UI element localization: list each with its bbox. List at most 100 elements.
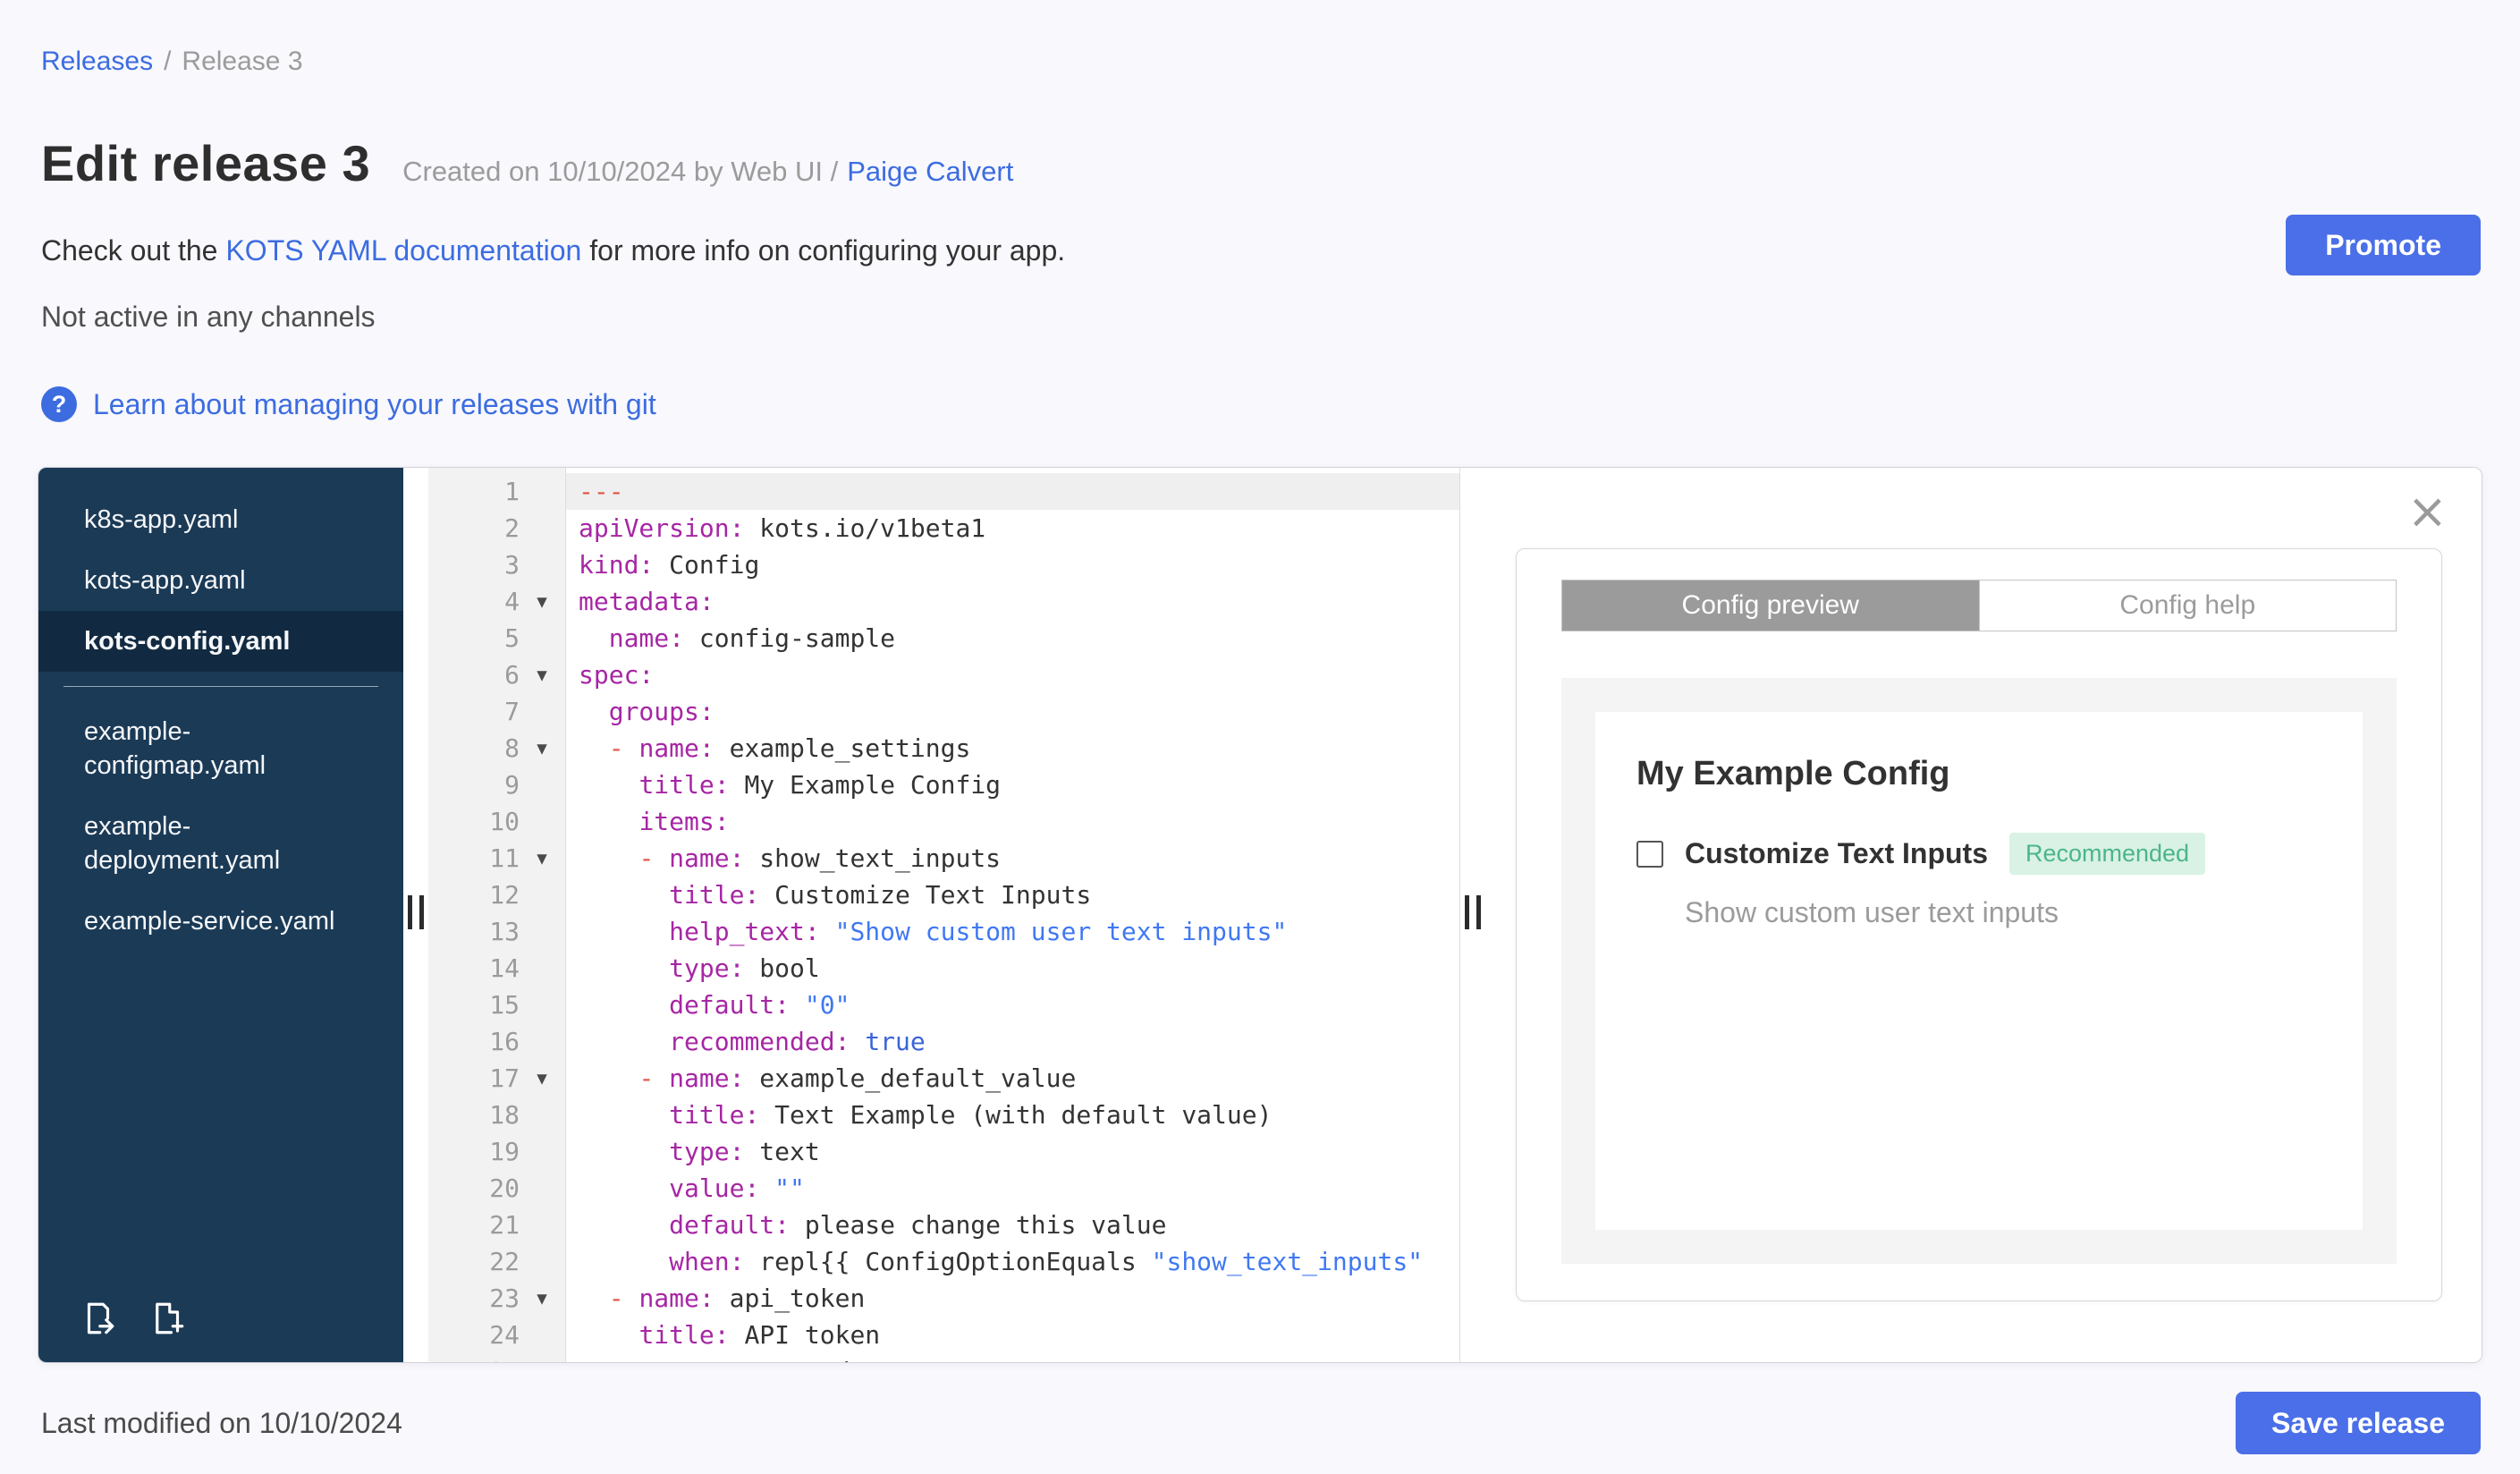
code-line-7: groups: — [566, 693, 1459, 730]
token-key: type: — [669, 1137, 745, 1166]
code-line-5: name: config-sample — [566, 620, 1459, 657]
docs-line: Check out the KOTS YAML documentation for … — [41, 234, 1065, 267]
code-editor[interactable]: --- apiVersion: kots.io/v1beta1 kind: Conf… — [566, 468, 1460, 1362]
gutter-line-18: 18 — [428, 1097, 565, 1133]
gutter-line-6: 6 ▾ — [428, 657, 565, 693]
line-number: 10 — [489, 807, 520, 836]
customize-text-inputs-checkbox[interactable] — [1636, 840, 1663, 868]
token-key: title: — [669, 880, 760, 910]
created-text: Created on 10/10/2024 by Web UI / — [402, 156, 839, 187]
line-number: 3 — [504, 550, 520, 580]
save-release-button[interactable]: Save release — [2236, 1392, 2481, 1454]
kots-yaml-docs-link[interactable]: KOTS YAML documentation — [225, 234, 581, 267]
code-line-8: - name: example_settings — [566, 730, 1459, 767]
file-item-k8s-app-yaml[interactable]: k8s-app.yaml — [38, 489, 403, 550]
gutter-line-5: 5 — [428, 620, 565, 657]
fold-arrow-icon[interactable]: ▾ — [520, 590, 564, 614]
token-string: "" — [774, 1173, 805, 1203]
config-tabs: Config preview Config help — [1561, 580, 2397, 631]
breadcrumb-separator: / — [164, 47, 172, 76]
token-key: name: — [638, 1283, 715, 1313]
code-line-11: - name: show_text_inputs — [566, 840, 1459, 877]
tab-config-preview[interactable]: Config preview — [1562, 580, 1979, 631]
sidebar-editor-gap — [403, 468, 428, 1362]
gutter-line-19: 19 — [428, 1133, 565, 1170]
fold-arrow-icon[interactable]: ▾ — [520, 737, 564, 760]
line-number: 9 — [504, 770, 520, 800]
file-item-example-configmap-yaml[interactable]: example-configmap.yaml — [38, 701, 403, 796]
token-key: name: — [669, 1063, 745, 1093]
config-option-help-text: Show custom user text inputs — [1685, 896, 2059, 928]
line-number: 15 — [489, 990, 520, 1020]
promote-button[interactable]: Promote — [2286, 215, 2481, 275]
code-line-4: metadata: — [566, 583, 1459, 620]
gutter-line-13: 13 — [428, 913, 565, 950]
token-key: title: — [638, 1320, 730, 1350]
token-plain: kots.io/v1beta1 — [744, 513, 986, 543]
author-link[interactable]: Paige Calvert — [847, 156, 1013, 187]
token-plain: example_settings — [714, 733, 971, 763]
line-number: 13 — [489, 917, 520, 946]
token-string: "show_text_inputs" — [1151, 1247, 1424, 1276]
title-row: Edit release 3 Created on 10/10/2024 by … — [41, 134, 1013, 192]
gutter-line-22: 22 — [428, 1243, 565, 1280]
new-file-icon[interactable] — [149, 1300, 187, 1337]
line-number: 23 — [489, 1283, 520, 1313]
fold-arrow-icon[interactable]: ▾ — [520, 1067, 564, 1090]
resize-handle-right[interactable] — [1465, 895, 1481, 929]
line-number: 16 — [489, 1027, 520, 1056]
code-line-18: title: Text Example (with default value) — [566, 1097, 1459, 1133]
git-releases-link[interactable]: Learn about managing your releases with … — [93, 388, 656, 421]
line-number: 8 — [504, 733, 520, 763]
token-key: spec: — [579, 660, 655, 690]
resize-handle-left[interactable] — [408, 895, 424, 929]
code-line-2: apiVersion: kots.io/v1beta1 — [566, 510, 1459, 546]
docs-prefix: Check out the — [41, 234, 218, 267]
file-item-example-deployment-yaml[interactable]: example-deployment.yaml — [38, 796, 403, 891]
token-plain: config-sample — [684, 623, 896, 653]
file-item-example-service-yaml[interactable]: example-service.yaml — [38, 891, 403, 952]
config-preview-card: Config preview Config help My Example Co… — [1516, 548, 2442, 1301]
line-number: 7 — [504, 697, 520, 726]
token-key: kind: — [579, 550, 655, 580]
token-key: name: — [669, 843, 745, 873]
code-line-14: type: bool — [566, 950, 1459, 987]
fold-arrow-icon[interactable]: ▾ — [520, 1287, 564, 1310]
close-icon[interactable]: × — [2407, 487, 2448, 536]
token-key: when: — [669, 1247, 745, 1276]
fold-arrow-icon[interactable]: ▾ — [520, 664, 564, 687]
gutter-line-7: 7 — [428, 693, 565, 730]
line-number: 4 — [504, 587, 520, 616]
token-string: "0" — [804, 990, 850, 1020]
token-dash: - — [608, 1283, 624, 1313]
token-plain: password — [715, 1357, 850, 1362]
breadcrumb-releases-link[interactable]: Releases — [41, 47, 153, 77]
token-plain: My Example Config — [729, 770, 1002, 800]
line-number: 21 — [489, 1210, 520, 1240]
gutter-line-11: 11 ▾ — [428, 840, 565, 877]
code-line-13: help_text: "Show custom user text inputs… — [566, 913, 1459, 950]
file-item-kots-config-yaml[interactable]: kots-config.yaml — [38, 611, 403, 672]
line-number: 18 — [489, 1100, 520, 1130]
import-file-icon[interactable] — [80, 1300, 117, 1337]
tab-config-help[interactable]: Config help — [1978, 580, 2396, 631]
file-item-kots-app-yaml[interactable]: kots-app.yaml — [38, 550, 403, 611]
line-number: 2 — [504, 513, 520, 543]
line-number: 11 — [489, 843, 520, 873]
line-number: 19 — [489, 1137, 520, 1166]
gutter-line-8: 8 ▾ — [428, 730, 565, 767]
fold-arrow-icon[interactable]: ▾ — [520, 847, 564, 870]
token-dash: - — [608, 733, 624, 763]
config-option-label: Customize Text Inputs — [1685, 837, 1988, 869]
